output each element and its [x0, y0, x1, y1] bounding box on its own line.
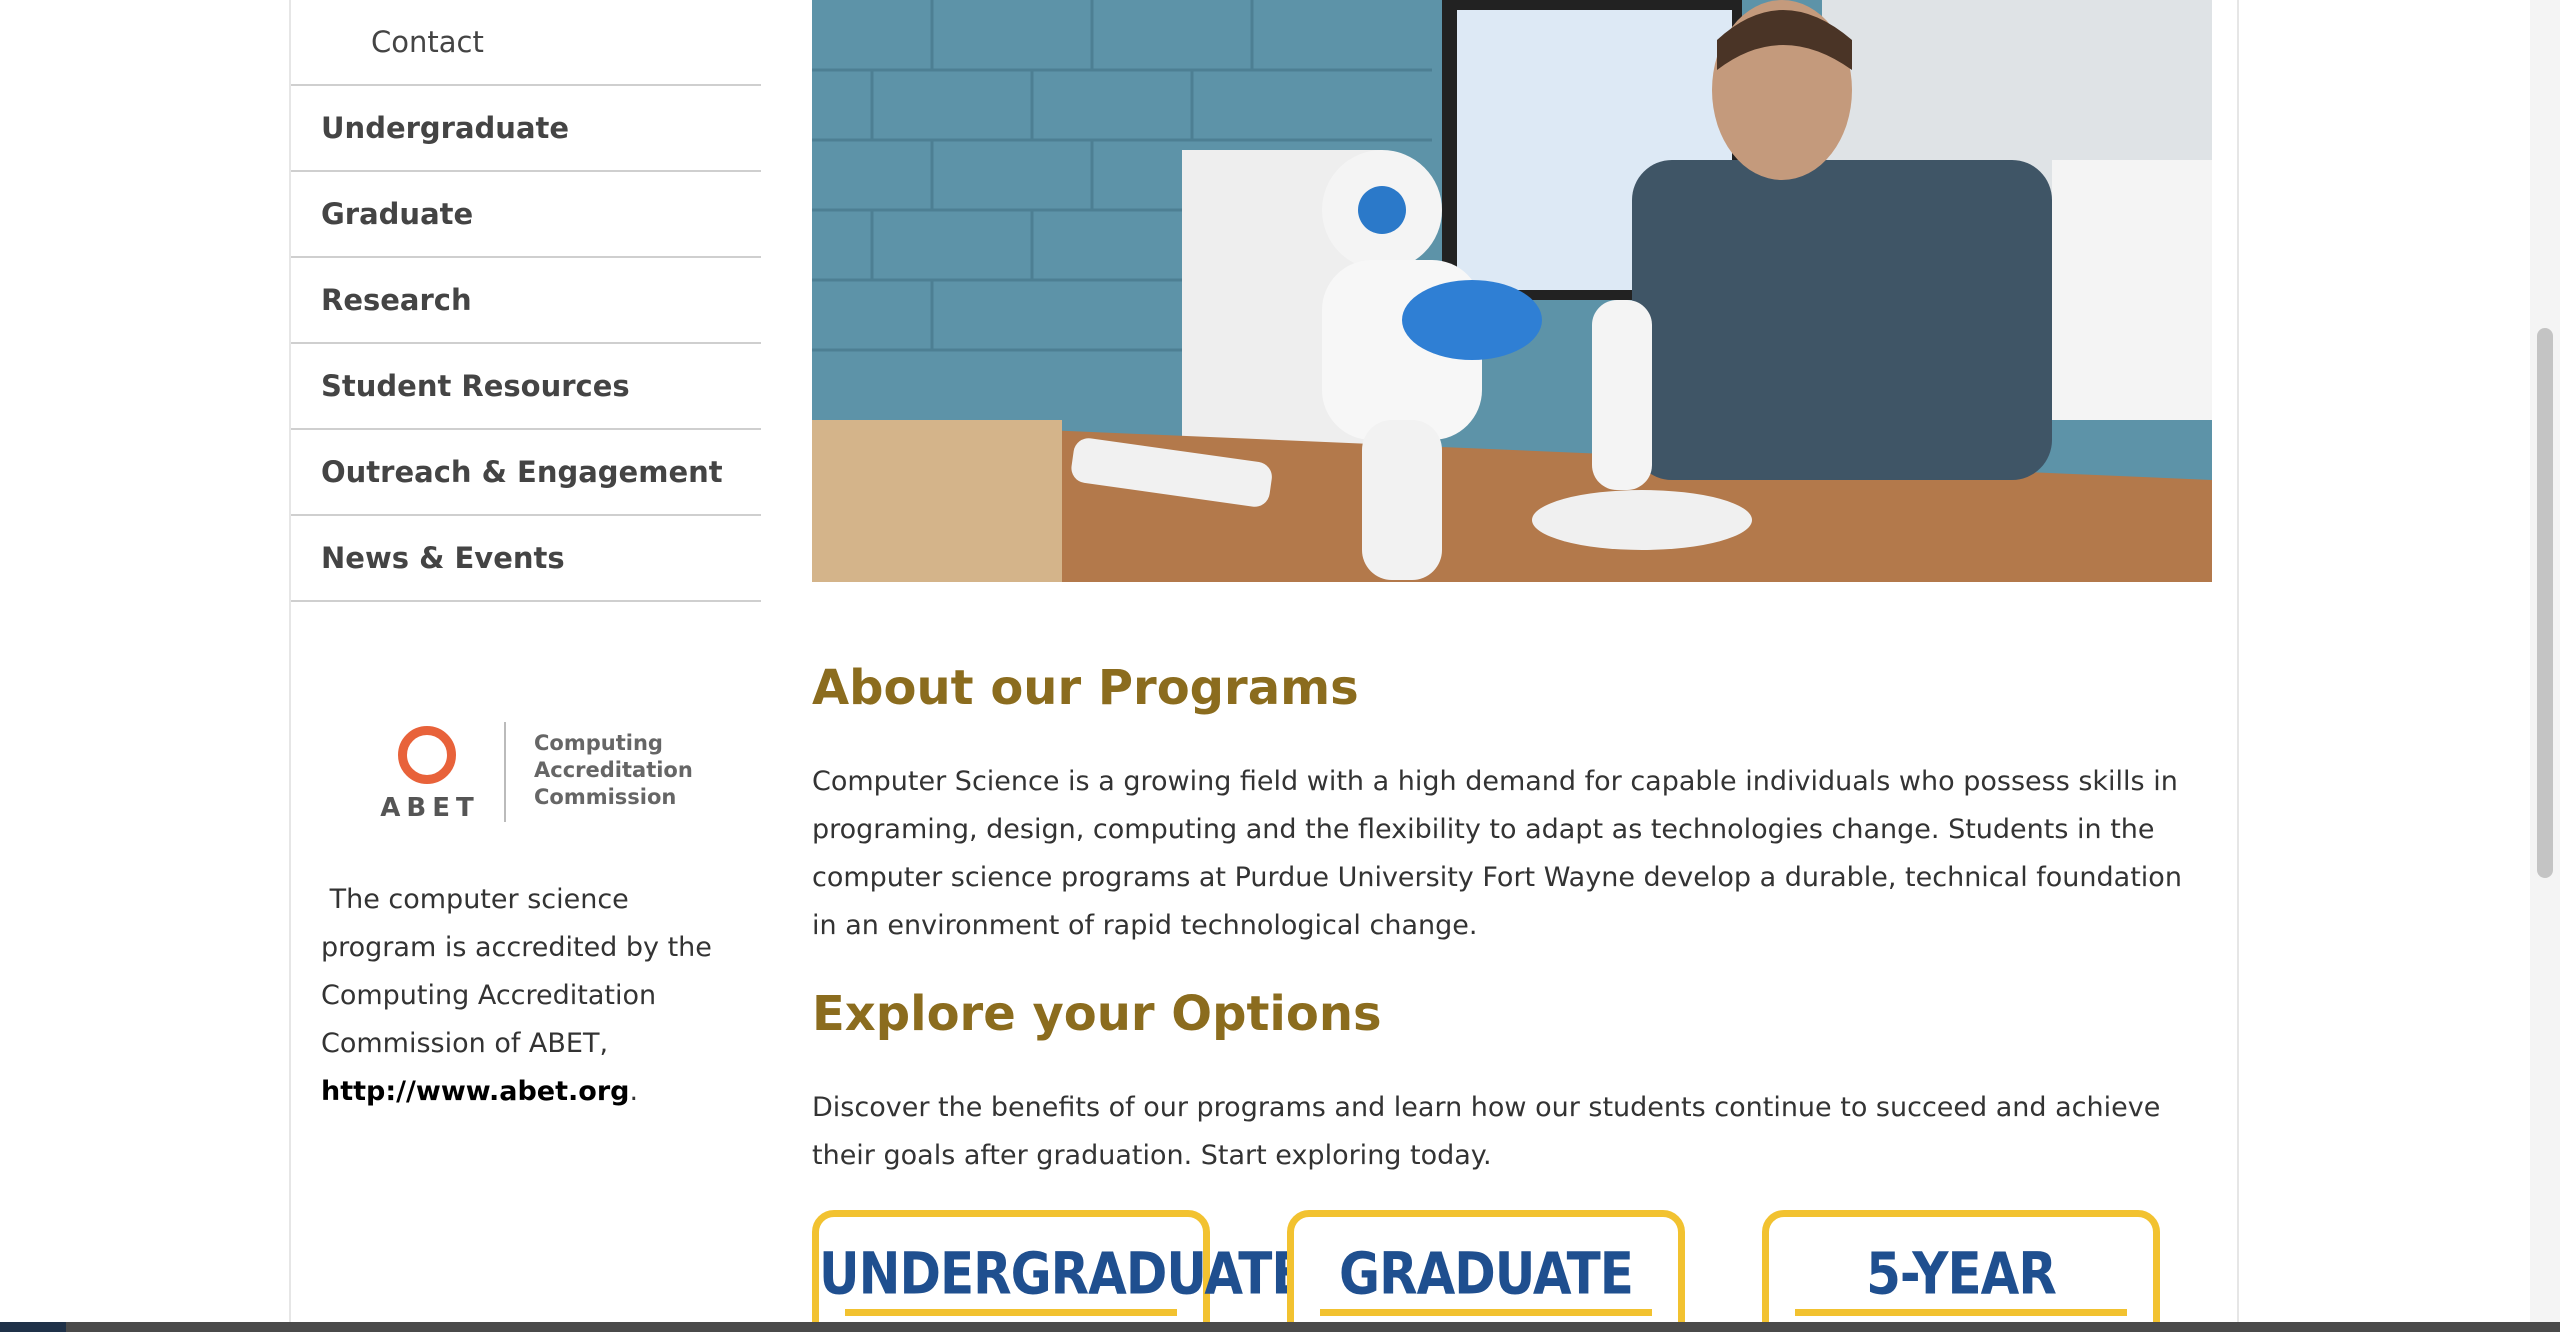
- accreditation-statement: The computer science program is accredit…: [321, 876, 741, 1116]
- five-year-button-underline: [1795, 1309, 2127, 1316]
- graduate-program-button[interactable]: GRADUATE: [1287, 1210, 1685, 1332]
- content-frame-right-border: [2237, 0, 2239, 1322]
- about-programs-text: Computer Science is a growing field with…: [812, 766, 2182, 941]
- graduate-button-label: GRADUATE: [1339, 1240, 1634, 1308]
- sidebar-nav: Contact Undergraduate Graduate Research …: [291, 0, 761, 602]
- accreditation-end: .: [629, 1076, 639, 1107]
- abet-wordmark: ABET: [380, 793, 480, 823]
- sidebar-item-research[interactable]: Research: [291, 258, 761, 344]
- explore-options-heading: Explore your Options: [812, 986, 1382, 1042]
- abet-line-2: Accreditation: [534, 758, 693, 782]
- five-year-program-button[interactable]: 5-YEAR: [1762, 1210, 2160, 1332]
- abet-line-3: Commission: [534, 785, 677, 809]
- page: Contact Undergraduate Graduate Research …: [0, 0, 2560, 1332]
- abet-logo: ABET Computing Accreditation Commission: [380, 720, 700, 830]
- accreditation-text: The computer science program is accredit…: [321, 884, 712, 1059]
- taskbar-accent: [0, 1322, 66, 1332]
- scrollbar-thumb[interactable]: [2537, 328, 2553, 878]
- sidebar-item-news-events[interactable]: News & Events: [291, 516, 761, 602]
- abet-line-1: Computing: [534, 731, 663, 755]
- sidebar-item-contact[interactable]: Contact: [291, 0, 761, 86]
- abet-link[interactable]: http://www.abet.org: [321, 1076, 629, 1107]
- about-programs-heading: About our Programs: [812, 660, 1359, 716]
- explore-options-text: Discover the benefits of our programs an…: [812, 1092, 2161, 1171]
- sidebar-item-undergraduate[interactable]: Undergraduate: [291, 86, 761, 172]
- sidebar-item-student-resources[interactable]: Student Resources: [291, 344, 761, 430]
- undergraduate-button-underline: [845, 1309, 1177, 1316]
- graduate-button-underline: [1320, 1309, 1652, 1316]
- taskbar: [0, 1322, 2560, 1332]
- hero-illustration: [812, 0, 2212, 582]
- abet-commission-name: Computing Accreditation Commission: [534, 730, 704, 811]
- five-year-button-label: 5-YEAR: [1866, 1240, 2057, 1308]
- undergraduate-button-label: UNDERGRADUATE: [819, 1240, 1306, 1308]
- sidebar-item-graduate[interactable]: Graduate: [291, 172, 761, 258]
- abet-ring-icon: [398, 726, 456, 784]
- abet-divider: [504, 722, 506, 822]
- undergraduate-program-button[interactable]: UNDERGRADUATE: [812, 1210, 1306, 1332]
- hero-image: [812, 0, 2212, 582]
- sidebar-item-outreach-engagement[interactable]: Outreach & Engagement: [291, 430, 761, 516]
